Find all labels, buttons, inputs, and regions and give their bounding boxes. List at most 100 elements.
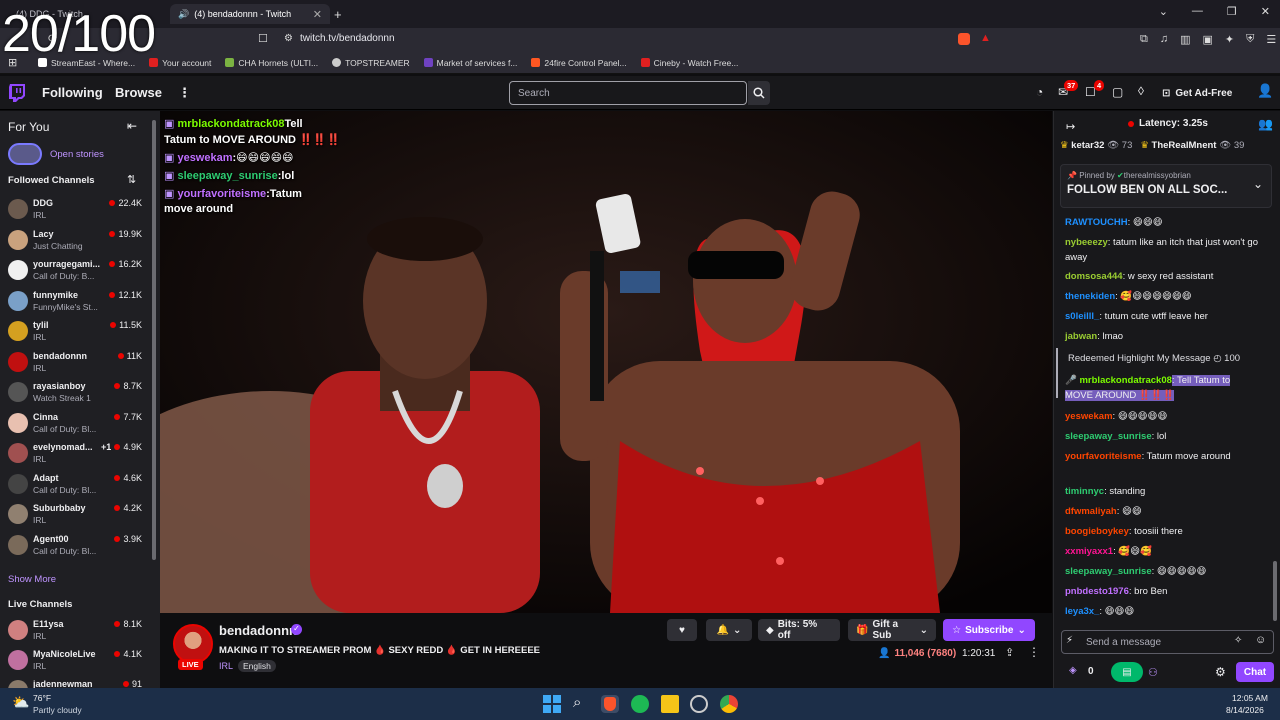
channel-name[interactable]: bendadonnn [219, 623, 297, 638]
sidebar-channel[interactable]: Suburbbaby IRL 4.2K [0, 501, 150, 529]
chat-scrollbar[interactable] [1273, 561, 1277, 621]
clock-time[interactable]: 12:05 AM [1232, 693, 1268, 703]
sidebar-channel[interactable]: rayasianboy Watch Streak 1 8.7K [0, 379, 150, 407]
chat-send-button[interactable]: Chat [1236, 662, 1274, 682]
sidebar-channel[interactable]: MyaNicoleLive IRL 4.1K [0, 647, 150, 675]
chat-username[interactable]: xxmiyaxx1 [1065, 546, 1113, 557]
new-tab-button[interactable]: + [334, 4, 350, 24]
sidebar-channel[interactable]: tylil IRL 11.5K [0, 318, 150, 346]
bookmark-cineby[interactable]: Cineby - Watch Free... [640, 58, 738, 68]
weather-icon[interactable]: ⛅ [12, 694, 29, 711]
brave-taskbar-icon[interactable] [601, 695, 619, 713]
sidebar-channel[interactable]: Cinna Call of Duty: Bl... 7.7K [0, 410, 150, 438]
site-info-icon[interactable]: ⚙ [284, 33, 293, 44]
chat-username[interactable]: boogieboykey [1065, 526, 1129, 537]
chat-username[interactable]: yourfavoriteisme [1065, 451, 1142, 462]
follow-heart-button[interactable]: ♥ [667, 619, 697, 641]
menu-icon[interactable]: ☰ [1266, 33, 1276, 46]
chat-settings-icon[interactable]: ⚙ [1215, 665, 1226, 679]
chat-username[interactable]: timinnyc [1065, 486, 1104, 497]
file-explorer-icon[interactable] [661, 695, 679, 713]
sidebar-channel[interactable]: Agent00 Call of Duty: Bl... 3.9K [0, 532, 150, 560]
prime-crown-icon[interactable]: ◔ [1036, 85, 1043, 99]
chat-username[interactable]: sleepaway_sunrise [1065, 431, 1152, 442]
bookmark-cha-hornets[interactable]: CHA Hornets (ULTI... [225, 58, 318, 68]
gifter-2[interactable]: ♛ TheRealMnent 👁 39 [1140, 140, 1244, 151]
bookmark-icon[interactable]: ☐ [258, 32, 268, 45]
more-options-icon[interactable]: ⋮ [1028, 645, 1040, 659]
taskbar-search-icon[interactable]: ⌕ [573, 694, 581, 711]
chat-username[interactable]: pnbdesto1976 [1065, 586, 1129, 597]
chat-username[interactable]: dfwmaliyah [1065, 506, 1117, 517]
expand-pinned-icon[interactable]: ⌄ [1253, 177, 1263, 191]
sidebar-channel[interactable]: DDG IRL 22.4K [0, 196, 150, 224]
twitch-logo-icon[interactable] [9, 84, 25, 102]
sidebar-channel[interactable]: Lacy Just Chatting 19.9K [0, 227, 150, 255]
chat-username[interactable]: thenekiden [1065, 291, 1115, 302]
sidebar-icon[interactable]: ▥ [1180, 33, 1190, 46]
tab-list-icon[interactable]: ⌄ [1159, 5, 1168, 18]
leo-icon[interactable]: ✦ [1225, 33, 1234, 46]
search-input[interactable]: Search [509, 81, 747, 105]
bookmark-24fire[interactable]: 24fire Control Panel... [531, 58, 627, 68]
stories-avatars[interactable] [8, 143, 42, 165]
bookmark-market[interactable]: Market of services f... [423, 58, 517, 68]
get-ad-free-button[interactable]: ⊡ Get Ad-Free [1162, 84, 1232, 102]
obs-icon[interactable] [690, 695, 708, 713]
chat-username[interactable]: sleepaway_sunrise [1065, 566, 1152, 577]
tag-english[interactable]: English [238, 660, 276, 672]
minimize-icon[interactable]: — [1192, 5, 1203, 18]
bits-cheer-icon[interactable]: ⚡ [1066, 635, 1073, 646]
wallet-icon[interactable]: ▣ [1203, 33, 1213, 46]
category-link[interactable]: IRL [219, 661, 233, 671]
tab-bendadonnn[interactable]: 🔊 (4) bendadonnn - Twitch ✕ [170, 4, 330, 24]
chat-username[interactable]: domsosa444 [1065, 271, 1123, 282]
sidebar-channel[interactable]: yourragegami... Call of Duty: B... 16.2K [0, 257, 150, 285]
chat-username[interactable]: leya3x_ [1065, 606, 1099, 617]
chrome-icon[interactable] [720, 695, 738, 713]
spotify-icon[interactable] [631, 695, 649, 713]
clock-date[interactable]: 8/14/2026 [1226, 705, 1264, 715]
collapse-chat-icon[interactable]: ↦ [1066, 120, 1075, 133]
notifications-bell-button[interactable]: 🔔 ⌄ [706, 619, 752, 641]
bookmark-topstreamer[interactable]: TOPSTREAMER [332, 58, 410, 68]
streamer-avatar[interactable] [173, 624, 213, 664]
user-avatar-icon[interactable]: 👤 [1257, 83, 1273, 99]
nav-following[interactable]: Following [42, 85, 103, 100]
sidebar-channel[interactable]: E11ysa IRL 8.1K [0, 617, 150, 645]
show-more-link[interactable]: Show More [8, 574, 56, 585]
sidebar-channel[interactable]: bendadonnn IRL 11K [0, 349, 150, 377]
sidebar-channel[interactable]: Adapt Call of Duty: Bl... 4.6K [0, 471, 150, 499]
start-icon[interactable] [543, 695, 561, 713]
sidebar-channel[interactable]: evelynomad... +1 IRL 4.9K [0, 440, 150, 468]
close-window-icon[interactable]: ✕ [1261, 5, 1270, 18]
open-stories-link[interactable]: Open stories [50, 149, 104, 160]
extensions-icon[interactable]: ⧉ [1140, 33, 1148, 46]
bookmark-your-account[interactable]: Your account [149, 58, 211, 68]
brave-shield-icon[interactable] [958, 33, 970, 45]
chat-username[interactable]: s0leilll_ [1065, 311, 1099, 322]
community-icon[interactable]: 👥 [1258, 117, 1273, 131]
video-player[interactable]: ▣ mrblackondatrack08Tell Tatum to MOVE AR… [160, 111, 1052, 613]
chat-username[interactable]: jabwan [1065, 331, 1097, 342]
url-text[interactable]: twitch.tv/bendadonnn [300, 33, 395, 44]
bits-button[interactable]: ◆ Bits: 5% off [758, 619, 840, 641]
channel-points-icon[interactable]: ◈ [1069, 665, 1077, 676]
chat-username[interactable]: nybeeezy [1065, 237, 1108, 248]
vpn-icon[interactable]: ⛨ [1246, 33, 1254, 46]
subscribe-button[interactable]: ☆ Subscribe ⌄ [943, 619, 1035, 641]
nav-browse[interactable]: Browse [115, 85, 162, 100]
whispers-icon[interactable]: ▢ [1112, 85, 1123, 99]
sort-icon[interactable]: ⇅ [127, 173, 136, 186]
search-button[interactable] [748, 81, 770, 105]
emote-picker-icon[interactable]: ☺ [1255, 634, 1266, 646]
pinned-message[interactable]: 📌 Pinned by ✔therealmissyobrian FOLLOW B… [1060, 164, 1272, 208]
collapse-sidebar-icon[interactable]: ⇤ [127, 119, 137, 133]
mod-tools-icon[interactable]: ✧ [1234, 635, 1242, 646]
nav-more-icon[interactable]: ⋮ [178, 85, 191, 101]
rewards-robot-icon[interactable]: ⚇ [1148, 666, 1158, 679]
chat-username[interactable]: yeswekam [1065, 411, 1113, 422]
maximize-icon[interactable]: ❐ [1227, 5, 1237, 18]
sidebar-scrollbar[interactable] [152, 120, 156, 560]
sidebar-channel[interactable]: funnymike FunnyMike's St... 12.1K [0, 288, 150, 316]
